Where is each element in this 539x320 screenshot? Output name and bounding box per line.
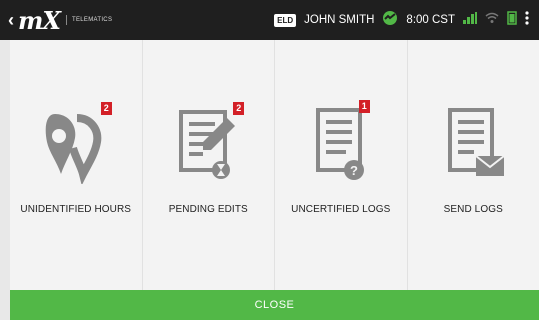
count-badge: 2 <box>100 102 112 115</box>
count-badge: 2 <box>233 102 245 115</box>
tile-send-logs[interactable]: SEND LOGS <box>407 40 539 290</box>
svg-text:?: ? <box>350 163 358 178</box>
tile-unidentified-hours[interactable]: 2 UNIDENTIFIED HOURS <box>10 40 143 290</box>
tile-label: SEND LOGS <box>443 204 503 215</box>
left-edge-strip <box>0 40 10 320</box>
location-pin-icon: 2 <box>41 102 112 189</box>
battery-icon <box>507 10 517 30</box>
wifi-icon <box>485 11 499 29</box>
back-icon[interactable]: ‹ <box>8 11 14 29</box>
tile-uncertified-logs[interactable]: ? 1 UNCERTIFIED LOGS <box>275 40 408 290</box>
duty-status-icon[interactable] <box>382 10 398 31</box>
more-options-icon[interactable] <box>525 10 529 30</box>
menu-tiles: 2 UNIDENTIFIED HOURS 2 PENDING EDITS ? 1… <box>10 40 539 290</box>
signal-bars-icon <box>463 11 477 29</box>
tile-label: UNIDENTIFIED HOURS <box>20 204 132 215</box>
mail-document-icon <box>438 104 508 189</box>
app-logo: mX <box>18 5 61 35</box>
eld-badge: ELD <box>274 13 297 27</box>
count-badge: 1 <box>358 100 370 113</box>
logo-subtitle: TELEMATICS <box>66 15 112 25</box>
status-area: ELD JOHN SMITH 8:00 CST <box>274 0 529 40</box>
clock: 8:00 CST <box>406 14 455 26</box>
tile-label: PENDING EDITS <box>168 204 248 215</box>
question-document-icon: ? 1 <box>306 100 376 189</box>
top-bar: ‹ mX TELEMATICS ELD JOHN SMITH 8:00 CST <box>0 0 539 40</box>
tile-pending-edits[interactable]: 2 PENDING EDITS <box>142 40 275 290</box>
tile-label: UNCERTIFIED LOGS <box>291 204 391 215</box>
edit-document-icon: 2 <box>173 102 245 189</box>
close-button[interactable]: CLOSE <box>10 290 539 320</box>
driver-name[interactable]: JOHN SMITH <box>304 14 374 26</box>
